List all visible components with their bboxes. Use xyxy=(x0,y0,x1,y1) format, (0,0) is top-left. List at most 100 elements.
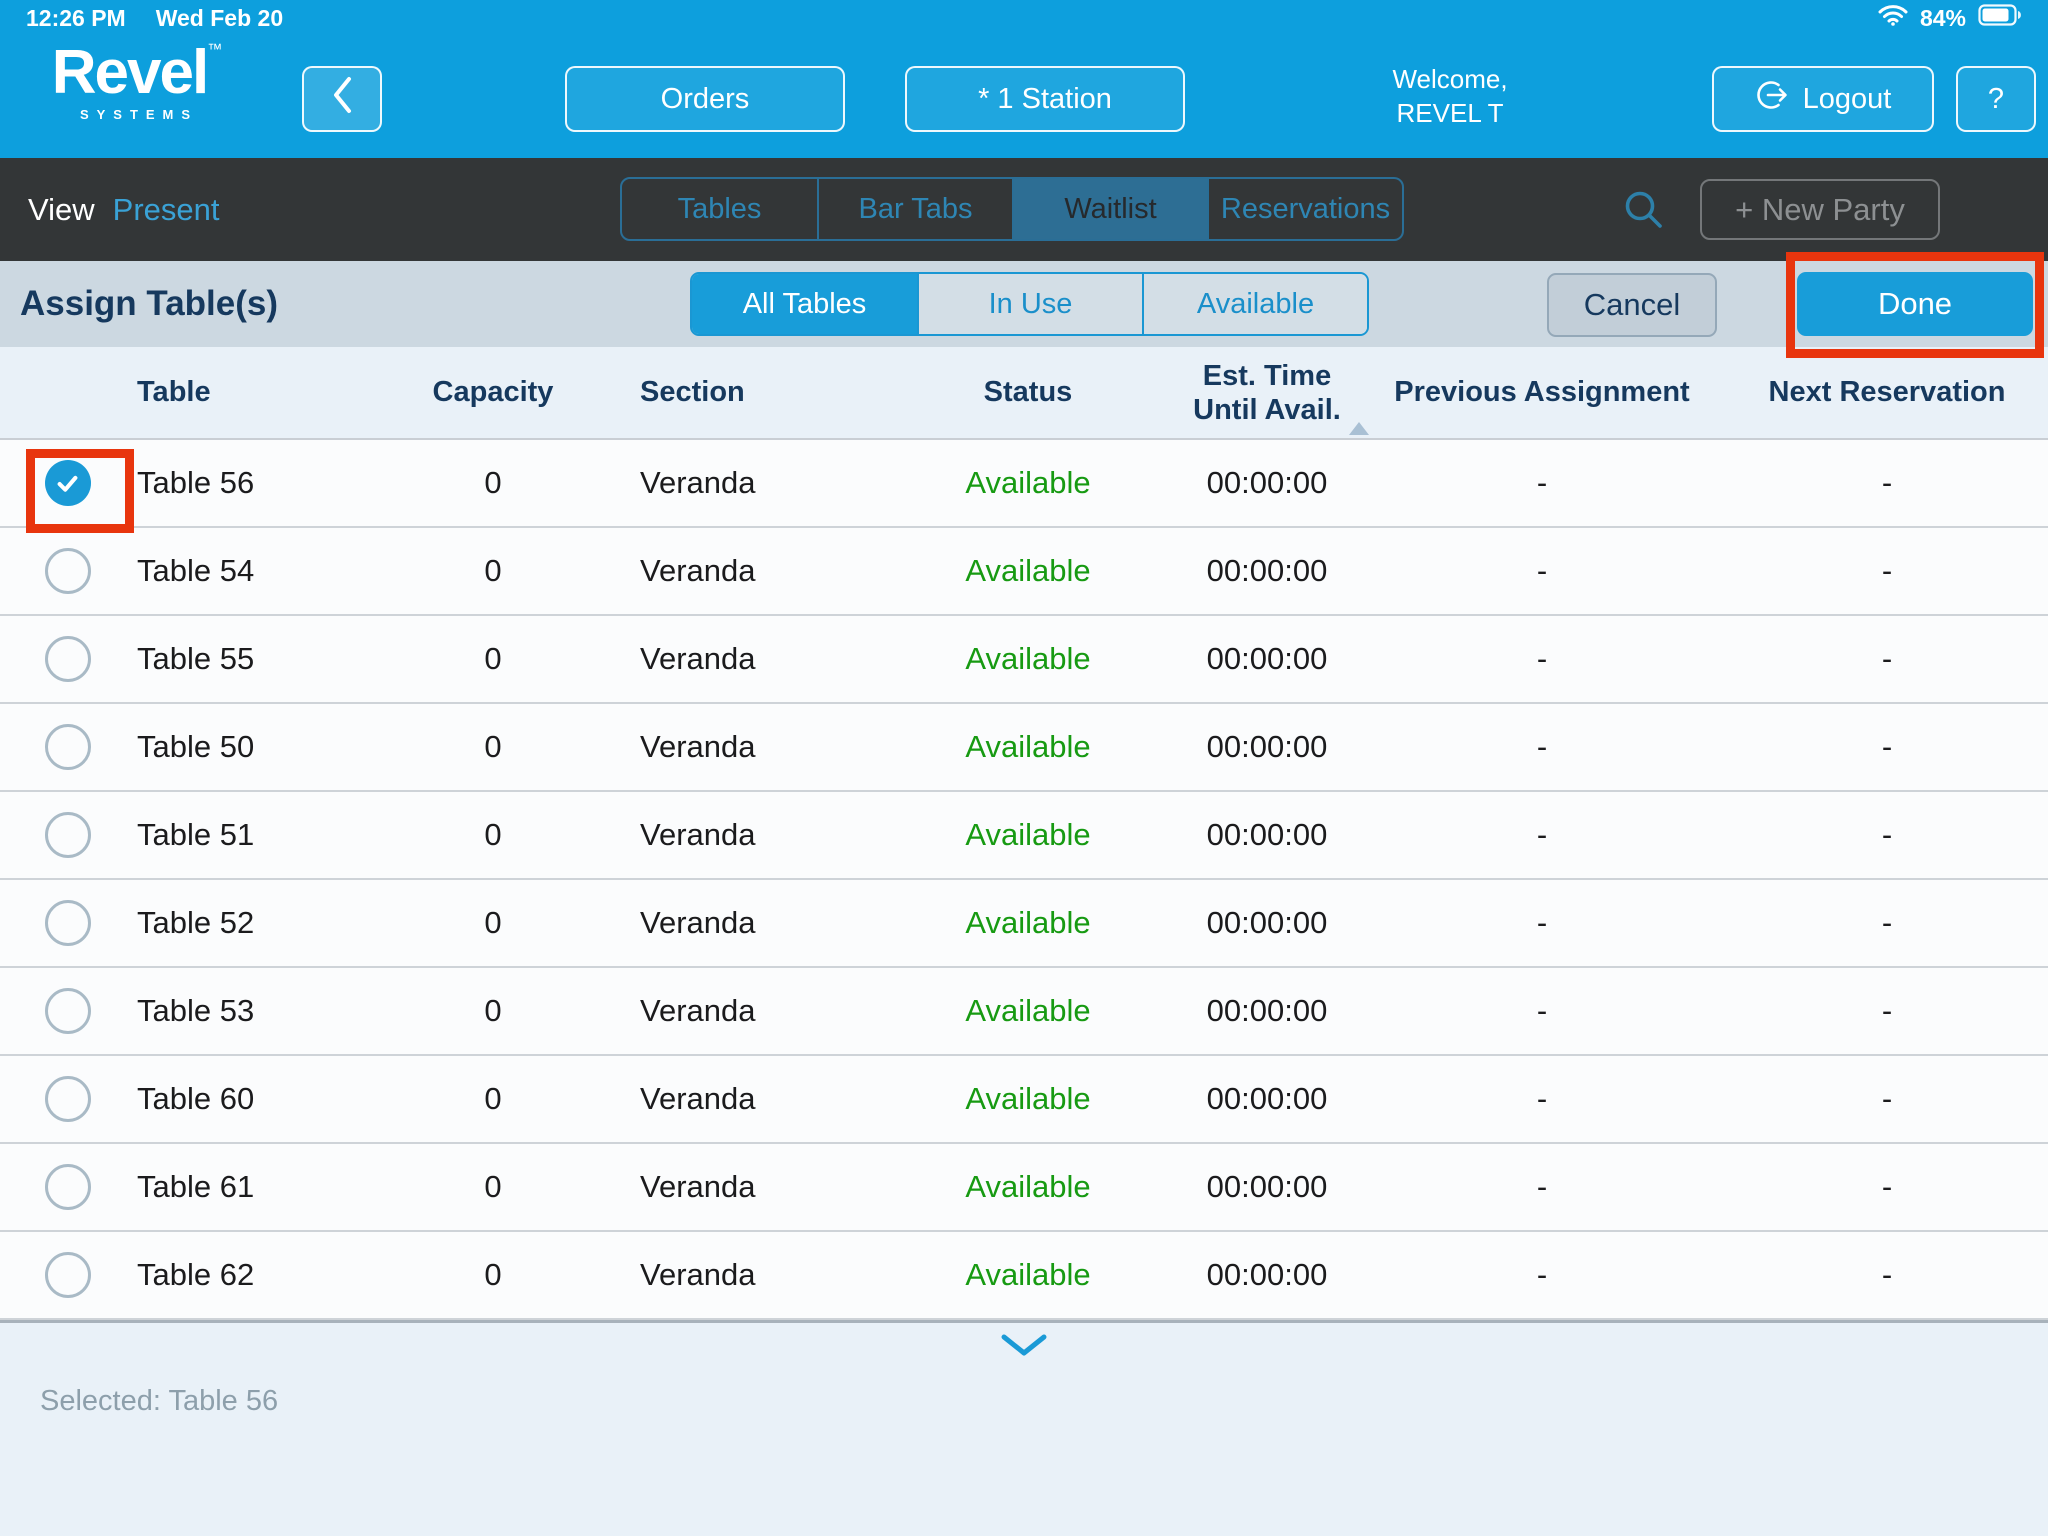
cell-capacity: 0 xyxy=(484,1169,502,1204)
row-checkbox[interactable] xyxy=(44,900,91,946)
table-row[interactable]: Table 55 0 Veranda Available 00:00:00 - … xyxy=(0,616,2048,704)
cell-est-time: 00:00:00 xyxy=(1206,817,1328,852)
chevron-left-icon xyxy=(331,75,353,123)
filter-all-tables[interactable]: All Tables xyxy=(692,274,917,334)
cancel-button[interactable]: Cancel xyxy=(1547,273,1717,337)
revel-logo-subtext: SYSTEMS xyxy=(79,107,199,122)
cell-capacity: 0 xyxy=(484,553,502,588)
cell-capacity: 0 xyxy=(484,465,502,500)
welcome-line2: REVEL T xyxy=(1396,98,1504,128)
search-button[interactable] xyxy=(1618,186,1668,236)
row-checkbox[interactable] xyxy=(44,724,91,770)
cell-next-reservation: - xyxy=(1881,641,1893,676)
cell-est-time: 00:00:00 xyxy=(1206,1169,1328,1204)
tab-bar-tabs[interactable]: Bar Tabs xyxy=(817,179,1012,239)
view-label: View xyxy=(28,191,95,227)
cell-status: Available xyxy=(965,1169,1091,1204)
cell-section: Veranda xyxy=(640,641,756,676)
filter-available[interactable]: Available xyxy=(1142,274,1367,334)
cell-capacity: 0 xyxy=(484,993,502,1028)
welcome-line1: Welcome, xyxy=(1392,64,1508,94)
trademark-symbol: ™ xyxy=(207,41,222,58)
cell-table-name: Table 61 xyxy=(137,1169,255,1204)
cell-est-time: 00:00:00 xyxy=(1206,729,1328,764)
cell-status: Available xyxy=(965,993,1091,1028)
wifi-icon xyxy=(1878,4,1908,33)
table-row[interactable]: Table 53 0 Veranda Available 00:00:00 - … xyxy=(0,968,2048,1056)
row-checkbox-cell xyxy=(0,880,135,966)
cell-est-time: 00:00:00 xyxy=(1206,1081,1328,1116)
table-row[interactable]: Table 62 0 Veranda Available 00:00:00 - … xyxy=(0,1232,2048,1320)
sort-ascending-icon xyxy=(1349,421,1369,435)
filter-in-use[interactable]: In Use xyxy=(917,274,1142,334)
row-checkbox[interactable] xyxy=(44,988,91,1034)
row-checkbox[interactable] xyxy=(44,1076,91,1122)
status-right: 84% xyxy=(1878,4,2022,33)
cell-previous-assignment: - xyxy=(1536,729,1548,764)
help-button[interactable]: ? xyxy=(1956,66,2036,132)
table-row[interactable]: Table 54 0 Veranda Available 00:00:00 - … xyxy=(0,528,2048,616)
row-checkbox-cell xyxy=(0,1056,135,1142)
cell-previous-assignment: - xyxy=(1536,817,1548,852)
cell-est-time: 00:00:00 xyxy=(1206,553,1328,588)
page-title: Assign Table(s) xyxy=(20,284,279,323)
cell-section: Veranda xyxy=(640,993,756,1028)
cell-table-name: Table 62 xyxy=(137,1257,255,1292)
cell-status: Available xyxy=(965,641,1091,676)
table-header-row: Table Capacity Section Status Est. Time … xyxy=(0,347,2048,440)
row-checkbox-cell xyxy=(0,616,135,702)
selection-footer: Selected: Table 56 xyxy=(0,1320,2048,1536)
cell-capacity: 0 xyxy=(484,641,502,676)
table-row[interactable]: Table 50 0 Veranda Available 00:00:00 - … xyxy=(0,704,2048,792)
table-row[interactable]: Table 60 0 Veranda Available 00:00:00 - … xyxy=(0,1056,2048,1144)
cell-status: Available xyxy=(965,817,1091,852)
row-checkbox[interactable] xyxy=(44,812,91,858)
back-button[interactable] xyxy=(302,66,382,132)
revel-logo-text: Revel™ xyxy=(51,38,222,107)
tab-tables[interactable]: Tables xyxy=(622,179,817,239)
tab-reservations[interactable]: Reservations xyxy=(1207,179,1402,239)
cell-est-time: 00:00:00 xyxy=(1206,1257,1328,1292)
orders-button[interactable]: Orders xyxy=(565,66,845,132)
row-checkbox[interactable] xyxy=(44,1164,91,1210)
done-button[interactable]: Done xyxy=(1797,272,2033,336)
new-party-button[interactable]: + New Party xyxy=(1700,179,1940,240)
status-date: Wed Feb 20 xyxy=(155,4,284,31)
cell-previous-assignment: - xyxy=(1536,553,1548,588)
scroll-down-chevron[interactable] xyxy=(997,1333,1051,1363)
status-bar: 12:26 PM Wed Feb 20 84% xyxy=(0,0,2048,36)
column-header-previous-assignment: Previous Assignment xyxy=(1394,376,1690,408)
logout-icon xyxy=(1755,78,1789,120)
cell-next-reservation: - xyxy=(1881,993,1893,1028)
row-checkbox[interactable] xyxy=(44,636,91,682)
row-checkbox[interactable] xyxy=(44,548,91,594)
status-time: 12:26 PM xyxy=(26,4,126,31)
column-header-status: Status xyxy=(983,376,1073,408)
cell-capacity: 0 xyxy=(484,817,502,852)
cell-est-time: 00:00:00 xyxy=(1206,905,1328,940)
column-header-est-time[interactable]: Est. Time Until Avail. xyxy=(1176,359,1369,435)
tab-waitlist[interactable]: Waitlist xyxy=(1012,179,1207,239)
section-tabs: Tables Bar Tabs Waitlist Reservations xyxy=(620,177,1404,241)
cell-previous-assignment: - xyxy=(1536,1257,1548,1292)
status-left: 12:26 PM Wed Feb 20 xyxy=(26,5,283,32)
table-row[interactable]: Table 52 0 Veranda Available 00:00:00 - … xyxy=(0,880,2048,968)
table-row[interactable]: Table 51 0 Veranda Available 00:00:00 - … xyxy=(0,792,2048,880)
table-row[interactable]: Table 61 0 Veranda Available 00:00:00 - … xyxy=(0,1144,2048,1232)
row-checkbox[interactable] xyxy=(44,1252,91,1298)
row-checkbox-cell xyxy=(0,1144,135,1230)
view-nav-bar: View Present Tables Bar Tabs Waitlist Reser… xyxy=(0,158,2048,261)
revel-pos-screen: 12:26 PM Wed Feb 20 84% Revel™ SYSTEMS O… xyxy=(0,0,2048,1536)
table-row[interactable]: Table 56 0 Veranda Available 00:00:00 - … xyxy=(0,440,2048,533)
logout-button[interactable]: Logout xyxy=(1712,66,1934,132)
cell-table-name: Table 53 xyxy=(137,993,255,1028)
cell-status: Available xyxy=(965,905,1091,940)
cell-next-reservation: - xyxy=(1881,1257,1893,1292)
logout-label: Logout xyxy=(1802,82,1892,115)
view-mode-present[interactable]: Present xyxy=(113,192,220,228)
cell-section: Veranda xyxy=(640,465,756,500)
column-header-capacity: Capacity xyxy=(432,376,554,408)
station-button[interactable]: * 1 Station xyxy=(905,66,1185,132)
cell-section: Veranda xyxy=(640,905,756,940)
cell-previous-assignment: - xyxy=(1536,465,1548,500)
